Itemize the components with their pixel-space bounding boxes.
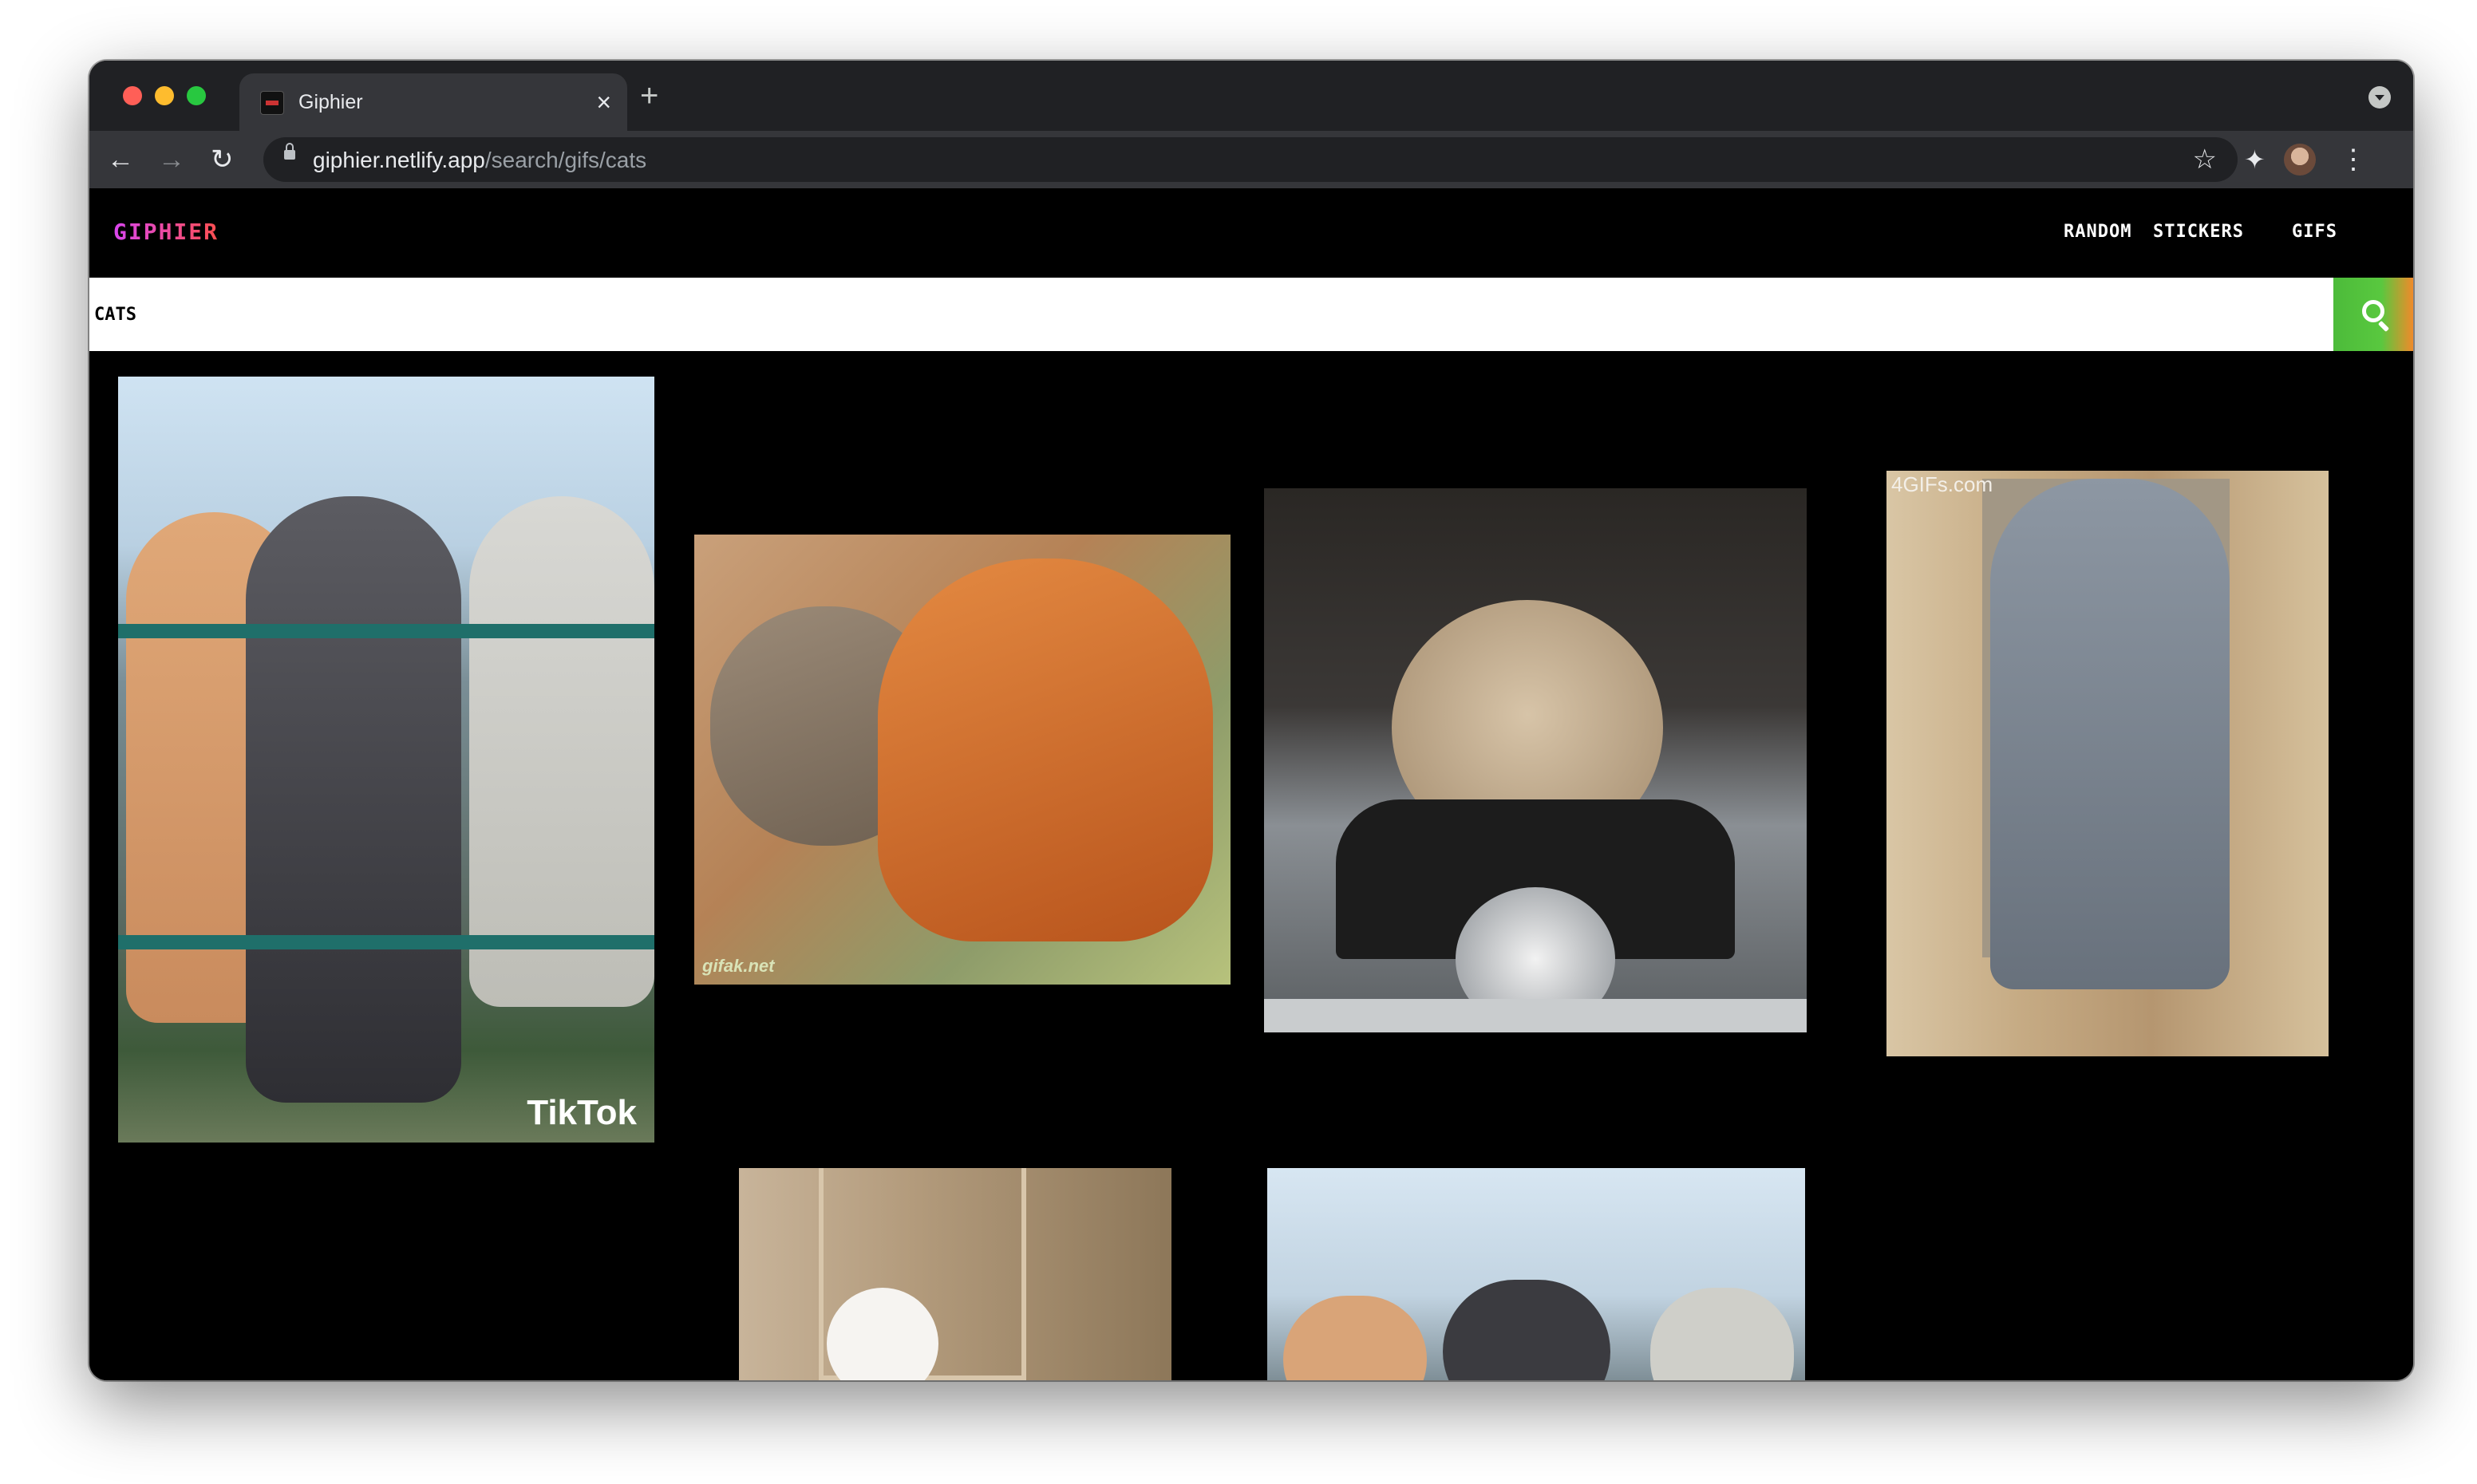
tab-strip: Giphier × + [89, 61, 2413, 131]
menu-icon[interactable]: ⋮ [2340, 142, 2367, 177]
nav-gifs[interactable]: GIFS [2292, 222, 2337, 242]
brand-logo[interactable]: GIPHIER [113, 219, 219, 245]
reload-icon[interactable]: ↻ [211, 142, 234, 177]
gif-watermark: 4GIFs.com [1891, 472, 1993, 496]
grey-cat [1443, 1280, 1610, 1380]
gif-tile-2[interactable]: gifak.net [694, 535, 1231, 985]
profile-avatar[interactable] [2284, 144, 2316, 176]
white-cat [1650, 1288, 1794, 1380]
grey-cat [246, 496, 461, 1103]
browser-window: Giphier × + ← → ↻ giphier.netlify.app/se… [89, 61, 2413, 1380]
gif-watermark: gifak.net [702, 956, 775, 976]
extensions-icon[interactable]: ✦ [2244, 142, 2266, 177]
gif-tile-6[interactable] [1267, 1168, 1805, 1380]
tab-search-icon[interactable] [2368, 86, 2391, 109]
orange-cat [878, 558, 1213, 941]
tab-close-icon[interactable]: × [596, 86, 611, 118]
gif-tile-5[interactable] [739, 1168, 1171, 1380]
fence-rail [118, 935, 654, 949]
handlebar [1264, 999, 1807, 1032]
giphier-page: GIPHIER RANDOM STICKERS GIFS TikTok gifa… [89, 188, 2413, 1380]
gif-tile-3[interactable] [1264, 488, 1807, 1032]
search-icon [2362, 300, 2384, 322]
minimize-window-button[interactable] [155, 86, 174, 105]
gif-tile-1[interactable]: TikTok [118, 377, 654, 1143]
back-arrow-icon[interactable]: ← [107, 142, 134, 177]
gif-tile-4[interactable]: 4GIFs.com [1886, 471, 2329, 1056]
orange-cat [1283, 1296, 1427, 1380]
search-button[interactable] [2333, 278, 2413, 351]
search-input[interactable] [94, 278, 2329, 351]
lock-icon[interactable] [284, 143, 295, 160]
white-cat [469, 496, 654, 1007]
tab-giphier[interactable]: Giphier × [239, 73, 627, 131]
url-text[interactable]: giphier.netlify.app/search/gifs/cats [313, 148, 646, 173]
grey-cat [1990, 479, 2230, 989]
star-icon[interactable]: ☆ [2193, 142, 2217, 177]
nav-random[interactable]: RANDOM [2064, 222, 2131, 242]
close-window-button[interactable] [123, 86, 142, 105]
nav-stickers[interactable]: STICKERS [2153, 222, 2244, 242]
forward-arrow-icon[interactable]: → [158, 142, 185, 177]
maximize-window-button[interactable] [187, 86, 206, 105]
browser-toolbar: ← → ↻ giphier.netlify.app/search/gifs/ca… [89, 131, 2413, 188]
url-host: giphier.netlify.app [313, 148, 485, 172]
search-bar [89, 278, 2380, 351]
fence-rail [118, 624, 654, 638]
url-path: /search/gifs/cats [484, 148, 647, 172]
tab-title: Giphier [298, 91, 363, 113]
address-bar[interactable]: giphier.netlify.app/search/gifs/cats ☆ [263, 137, 2238, 182]
gif-watermark: TikTok [527, 1093, 637, 1132]
new-tab-button[interactable]: + [640, 78, 658, 113]
search-icon-handle [2377, 320, 2390, 333]
favicon-icon [260, 91, 284, 115]
